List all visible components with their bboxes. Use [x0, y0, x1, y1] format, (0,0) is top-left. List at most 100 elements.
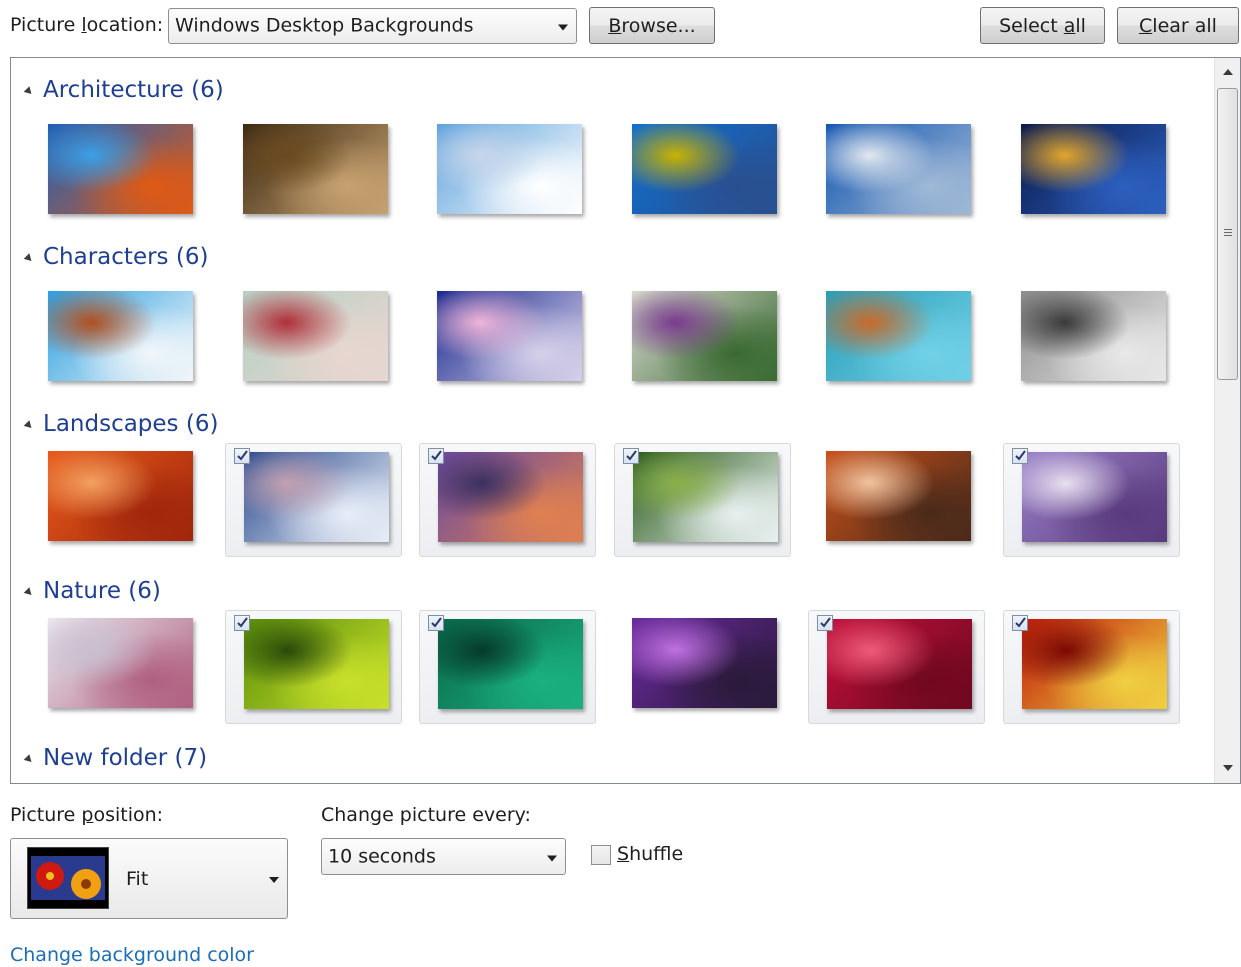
- thumbnail-image: [437, 124, 582, 214]
- chevron-down-icon: [547, 855, 557, 861]
- thumbnail-image: [244, 452, 389, 542]
- thumbnail-image: [48, 291, 193, 381]
- wallpaper-thumbnail[interactable]: [30, 283, 207, 397]
- group-title: Landscapes (6): [43, 411, 219, 437]
- wallpaper-thumbnail[interactable]: [225, 610, 402, 724]
- picture-location-dropdown[interactable]: Windows Desktop Backgrounds: [168, 8, 577, 44]
- scrollbar-thumb[interactable]: [1217, 88, 1238, 380]
- thumbnail-image: [1022, 452, 1167, 542]
- wallpaper-thumbnail[interactable]: [1003, 283, 1180, 397]
- wallpaper-thumbnail[interactable]: [225, 443, 402, 557]
- wallpaper-thumbnail[interactable]: [419, 283, 596, 397]
- wallpaper-thumbnail[interactable]: [419, 443, 596, 557]
- vertical-scrollbar[interactable]: [1214, 58, 1240, 783]
- chevron-down-icon: [269, 877, 279, 883]
- scroll-up-button[interactable]: [1215, 58, 1240, 86]
- arrow-up-icon: [1223, 69, 1233, 75]
- thumbnail-checkbox[interactable]: [428, 448, 444, 464]
- thumbnail-checkbox[interactable]: [428, 615, 444, 631]
- select-all-label-end: ll: [1075, 14, 1086, 37]
- thumbnail-checkbox[interactable]: [817, 615, 833, 631]
- collapse-triangle-icon[interactable]: [23, 586, 35, 598]
- picture-position-label: Picture position:: [10, 804, 163, 826]
- browse-button[interactable]: Browse...: [589, 7, 715, 44]
- arrow-down-icon: [1223, 765, 1233, 771]
- wallpaper-thumbnail[interactable]: [30, 443, 207, 557]
- change-picture-label-text: Chan: [321, 804, 370, 826]
- thumbnail-checkbox[interactable]: [623, 448, 639, 464]
- select-all-accel: a: [1063, 14, 1076, 37]
- thumbnail-checkbox[interactable]: [234, 615, 250, 631]
- wallpaper-thumbnail[interactable]: [225, 116, 402, 230]
- change-picture-label-end: e picture every:: [382, 804, 531, 826]
- wallpaper-thumbnail[interactable]: [614, 283, 791, 397]
- group-header[interactable]: Nature (6): [23, 576, 161, 606]
- browse-accel: B: [608, 14, 622, 37]
- select-all-button[interactable]: Select a ll: [980, 7, 1105, 44]
- chevron-down-icon: [558, 24, 568, 31]
- thumbnail-image: [244, 619, 389, 709]
- change-background-color-link[interactable]: Change background color: [10, 944, 254, 966]
- wallpaper-thumbnail[interactable]: [419, 610, 596, 724]
- thumbnail-image: [632, 291, 777, 381]
- thumbnail-checkbox[interactable]: [234, 448, 250, 464]
- thumbnail-image: [826, 291, 971, 381]
- picture-location-label-text-end: ocation:: [86, 14, 164, 36]
- wallpaper-thumbnail[interactable]: [808, 116, 985, 230]
- wallpaper-thumbnail[interactable]: [1003, 610, 1180, 724]
- change-picture-label: Change picture every:: [321, 804, 531, 826]
- wallpaper-thumbnail[interactable]: [419, 116, 596, 230]
- thumbnail-checkbox[interactable]: [1012, 615, 1028, 631]
- wallpaper-thumbnail[interactable]: [1003, 443, 1180, 557]
- wallpaper-thumbnail[interactable]: [808, 443, 985, 557]
- shuffle-checkbox[interactable]: [591, 845, 611, 865]
- wallpaper-thumbnail[interactable]: [808, 610, 985, 724]
- collapse-triangle-icon[interactable]: [23, 85, 35, 97]
- thumbnail-image: [827, 619, 972, 709]
- scroll-down-button[interactable]: [1215, 755, 1240, 783]
- group-header[interactable]: New folder (7): [23, 743, 208, 773]
- collapse-triangle-icon[interactable]: [23, 753, 35, 765]
- picture-position-label-text: Picture: [10, 804, 82, 826]
- group-title: Characters (6): [43, 244, 209, 270]
- select-all-label: Select: [999, 14, 1064, 37]
- wallpaper-thumbnail[interactable]: [808, 283, 985, 397]
- clear-all-button[interactable]: Clear all: [1117, 7, 1239, 44]
- thumbnail-image: [1022, 619, 1167, 709]
- thumbnail-image: [632, 124, 777, 214]
- picture-position-label-end: osition:: [93, 804, 164, 826]
- thumbnail-image: [633, 452, 778, 542]
- collapse-triangle-icon[interactable]: [23, 252, 35, 264]
- thumbnail-image: [243, 124, 388, 214]
- shuffle-label[interactable]: Shuffle: [617, 843, 683, 865]
- clear-all-accel: C: [1139, 14, 1153, 37]
- position-preview-image: [27, 847, 109, 909]
- picture-gallery[interactable]: Architecture (6) Characters (6) Landscapes…: [10, 57, 1241, 784]
- collapse-triangle-icon[interactable]: [23, 419, 35, 431]
- shuffle-label-text: huffle: [629, 843, 684, 865]
- group-header[interactable]: Landscapes (6): [23, 409, 219, 439]
- thumbnail-image: [437, 291, 582, 381]
- change-interval-dropdown[interactable]: 10 seconds: [321, 838, 566, 875]
- picture-position-dropdown[interactable]: Fit: [10, 838, 288, 919]
- browse-label: rowse...: [621, 14, 696, 37]
- picture-location-label-text: Picture: [10, 14, 82, 36]
- group-title: New folder (7): [43, 745, 208, 771]
- thumbnail-image: [1021, 124, 1166, 214]
- picture-location-value: Windows Desktop Backgrounds: [175, 14, 474, 37]
- wallpaper-thumbnail[interactable]: [225, 283, 402, 397]
- wallpaper-thumbnail[interactable]: [30, 116, 207, 230]
- group-header[interactable]: Architecture (6): [23, 75, 224, 105]
- group-header[interactable]: Characters (6): [23, 242, 209, 272]
- wallpaper-thumbnail[interactable]: [1003, 116, 1180, 230]
- wallpaper-thumbnail[interactable]: [30, 610, 207, 724]
- grip-icon: [1224, 229, 1232, 238]
- wallpaper-thumbnail[interactable]: [614, 610, 791, 724]
- wallpaper-thumbnail[interactable]: [614, 116, 791, 230]
- picture-location-label: Picture location:: [10, 14, 163, 36]
- wallpaper-thumbnail[interactable]: [614, 443, 791, 557]
- shuffle-accel: S: [617, 843, 630, 865]
- thumbnail-checkbox[interactable]: [1012, 448, 1028, 464]
- thumbnail-image: [438, 619, 583, 709]
- group-title: Architecture (6): [43, 77, 224, 103]
